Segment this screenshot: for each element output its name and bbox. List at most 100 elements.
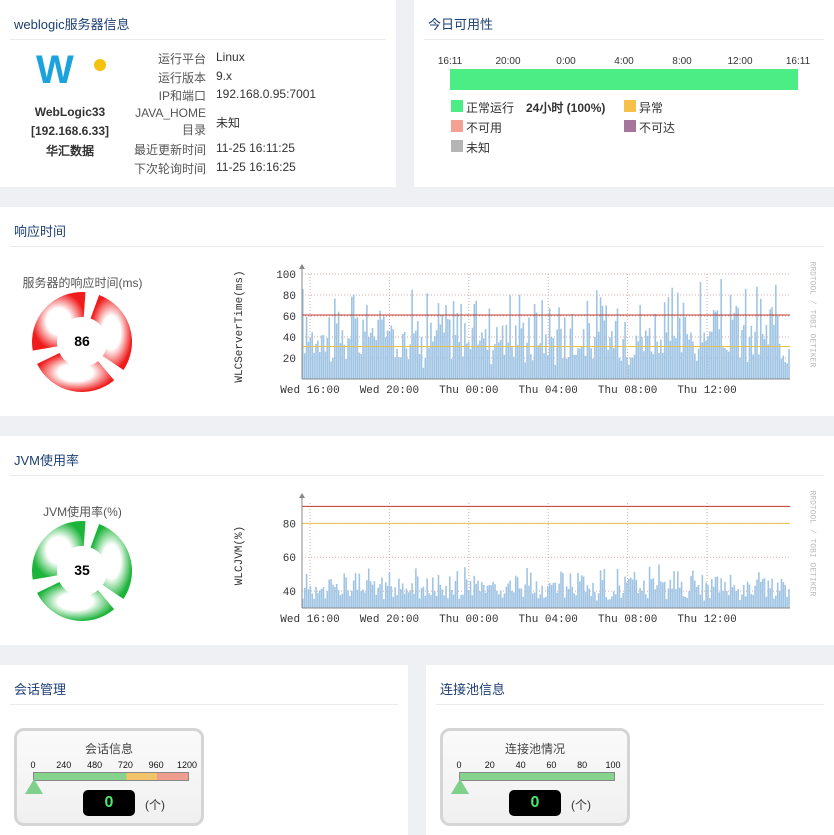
chart-bar [641, 590, 643, 608]
chart-bar [714, 311, 717, 379]
connection-pool-panel: 连接池信息 连接池情况 0 20 40 60 80 100 0 (个) [426, 665, 834, 835]
chart-bar [569, 573, 572, 608]
chart-bar [543, 597, 545, 608]
divider [10, 39, 386, 40]
chart-bar [332, 584, 334, 608]
chart-bar [430, 322, 432, 379]
session-tick-label: 0 [30, 760, 36, 770]
chart-bar [786, 596, 788, 608]
chart-bar [322, 586, 325, 608]
chart-bar [539, 594, 542, 608]
chart-bar [722, 591, 724, 608]
chart-bar [339, 595, 342, 608]
chart-bar [720, 278, 722, 379]
chart-bar [505, 324, 508, 379]
chart-bar [509, 580, 511, 608]
chart-bar [309, 586, 312, 608]
chart-bar [473, 575, 476, 608]
chart-bar [426, 293, 428, 379]
pool-pointer-icon [451, 779, 469, 794]
chart-bar [629, 577, 632, 608]
chart-bar [586, 300, 589, 379]
chart-bar [665, 599, 668, 608]
chart-bar [341, 330, 344, 379]
pool-tick-label: 0 [456, 760, 462, 770]
chart-bar [601, 579, 604, 608]
chart-bar [433, 336, 436, 379]
session-meter: 会话信息 0 240 480 720 960 1200 0 (个) [14, 728, 204, 826]
chart-bar [373, 336, 376, 379]
chart-bar [464, 567, 466, 608]
chart-bar [686, 334, 689, 379]
chart-bar [756, 579, 758, 608]
chart-bar [335, 323, 338, 379]
chart-bar [526, 342, 528, 379]
chart-bar [722, 347, 724, 379]
chart-bar [784, 362, 787, 379]
chart-bar [503, 354, 506, 379]
chart-bar [744, 288, 747, 379]
chart-bar [462, 594, 464, 608]
chart-bar [343, 344, 346, 379]
chart-bar [511, 346, 513, 379]
chart-bar [778, 343, 781, 379]
chart-bar [401, 334, 404, 379]
chart-bar [407, 592, 410, 608]
chart-bar [607, 599, 609, 608]
chart-bar [684, 316, 687, 379]
chart-bar [584, 355, 587, 379]
divider [436, 704, 824, 705]
chart-bar [396, 595, 398, 608]
chart-bar [418, 354, 421, 379]
chart-bar [471, 327, 474, 379]
chart-bar [612, 591, 615, 608]
chart-bar [637, 341, 640, 379]
next-poll-value: 11-25 16:16:25 [216, 160, 296, 174]
chart-bar [737, 589, 739, 608]
chart-bar [430, 595, 432, 608]
chart-bar [692, 341, 694, 379]
chart-bar [486, 585, 489, 608]
chart-bar [620, 360, 623, 379]
chart-bar [392, 329, 395, 379]
java-home-label-1: JAVA_HOME [135, 106, 206, 120]
chart-bar [352, 580, 355, 608]
chart-bar [622, 338, 624, 379]
chart-bar [433, 591, 436, 608]
chart-bar [524, 362, 526, 379]
chart-bar [667, 588, 670, 608]
chart-bar [614, 321, 617, 379]
chart-bar [449, 319, 451, 379]
chart-bar [550, 584, 553, 608]
chart-bar [692, 570, 694, 608]
chart-bar [682, 596, 685, 608]
chart-bar [769, 588, 771, 608]
chart-bar [349, 595, 351, 608]
chart-bar [320, 588, 323, 608]
chart-bar [726, 350, 728, 379]
y-tick-label: 20 [283, 354, 296, 366]
chart-bar [709, 598, 711, 608]
y-tick-label: 100 [276, 270, 296, 282]
chart-bar [765, 324, 768, 379]
chart-bar [645, 594, 647, 608]
chart-bar [776, 315, 779, 379]
chart-bar [735, 590, 738, 608]
chart-bar [597, 593, 600, 608]
chart-bar [739, 357, 741, 379]
pool-meter-title: 连接池情况 [504, 742, 565, 756]
chart-bar [400, 589, 402, 608]
chart-bar [369, 332, 372, 379]
chart-bar [516, 577, 519, 608]
chart-bar [347, 590, 349, 608]
chart-bar [505, 586, 508, 608]
chart-bar [366, 304, 368, 379]
chart-bar [677, 292, 679, 379]
chart-bar [409, 590, 412, 608]
chart-bar [586, 585, 589, 608]
chart-bar [492, 581, 494, 608]
server-info-title: weblogic服务器信息 [14, 17, 130, 32]
chart-bar [684, 596, 687, 608]
chart-bar [605, 597, 608, 608]
availability-tick-label: 20:00 [495, 56, 521, 67]
